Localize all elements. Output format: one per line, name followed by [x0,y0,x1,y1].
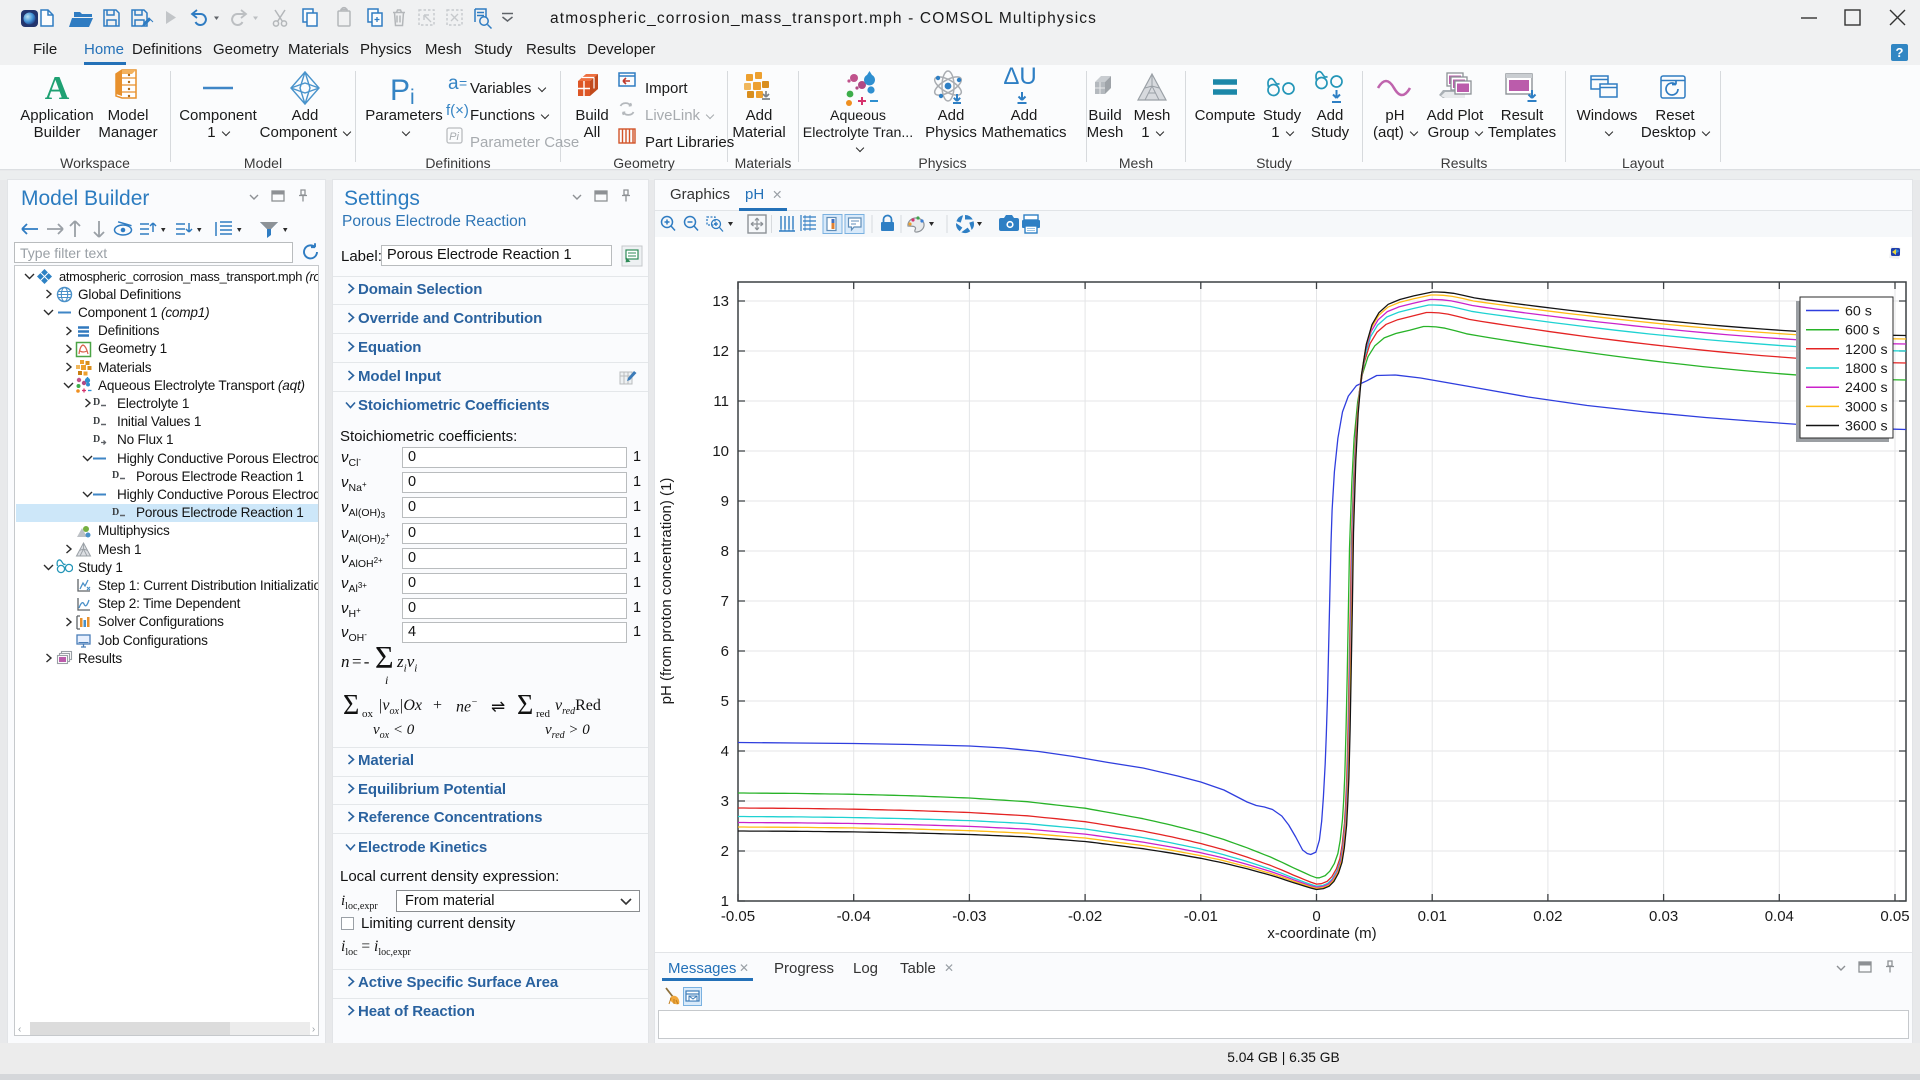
svg-text:13: 13 [712,293,729,310]
svg-text:ΔU: ΔU [1003,65,1036,90]
svg-text:0.04: 0.04 [1765,908,1794,925]
svg-text:1200 s: 1200 s [1845,342,1888,358]
svg-text:8: 8 [721,543,729,560]
svg-text:1800 s: 1800 s [1845,361,1888,377]
svg-text:0.01: 0.01 [1418,908,1447,925]
svg-text:7: 7 [721,593,729,610]
svg-text:4: 4 [721,743,729,760]
svg-text:0.05: 0.05 [1880,908,1909,925]
svg-text:2: 2 [721,843,729,860]
svg-text:-0.04: -0.04 [837,908,871,925]
svg-text:0.03: 0.03 [1649,908,1678,925]
svg-text:Pi: Pi [449,131,459,143]
svg-text:-0.05: -0.05 [721,908,755,925]
svg-text:12: 12 [712,343,729,360]
svg-text:-0.02: -0.02 [1068,908,1102,925]
svg-text:3000 s: 3000 s [1845,399,1888,415]
svg-text:9: 9 [721,493,729,510]
svg-text:0: 0 [1312,908,1320,925]
svg-text:10: 10 [712,443,729,460]
svg-text:0.02: 0.02 [1533,908,1562,925]
svg-text:pH (from proton concentration): pH (from proton concentration) (1) [658,478,675,705]
svg-text:-0.03: -0.03 [952,908,986,925]
svg-text:i: i [410,86,415,109]
svg-text:1: 1 [721,893,729,910]
svg-text:2400 s: 2400 s [1845,380,1888,396]
svg-text:60 s: 60 s [1845,304,1872,320]
svg-text:-0.01: -0.01 [1184,908,1218,925]
svg-text:11: 11 [713,393,729,410]
svg-text:x-coordinate (m): x-coordinate (m) [1267,925,1376,942]
svg-text:3600 s: 3600 s [1845,419,1888,435]
svg-text:5: 5 [721,693,729,710]
svg-text:atmospheric_corrosion_mass_tra: atmospheric_corrosion_mass_transport.mph… [550,10,1097,27]
svg-text:A: A [45,70,70,107]
svg-text:a: a [448,73,459,94]
svg-text:3: 3 [721,793,729,810]
svg-text:600 s: 600 s [1845,323,1880,339]
svg-text:P: P [390,74,410,107]
svg-text:6: 6 [721,643,729,660]
svg-text:f(×): f(×) [446,102,469,119]
svg-text:=: = [459,75,467,91]
